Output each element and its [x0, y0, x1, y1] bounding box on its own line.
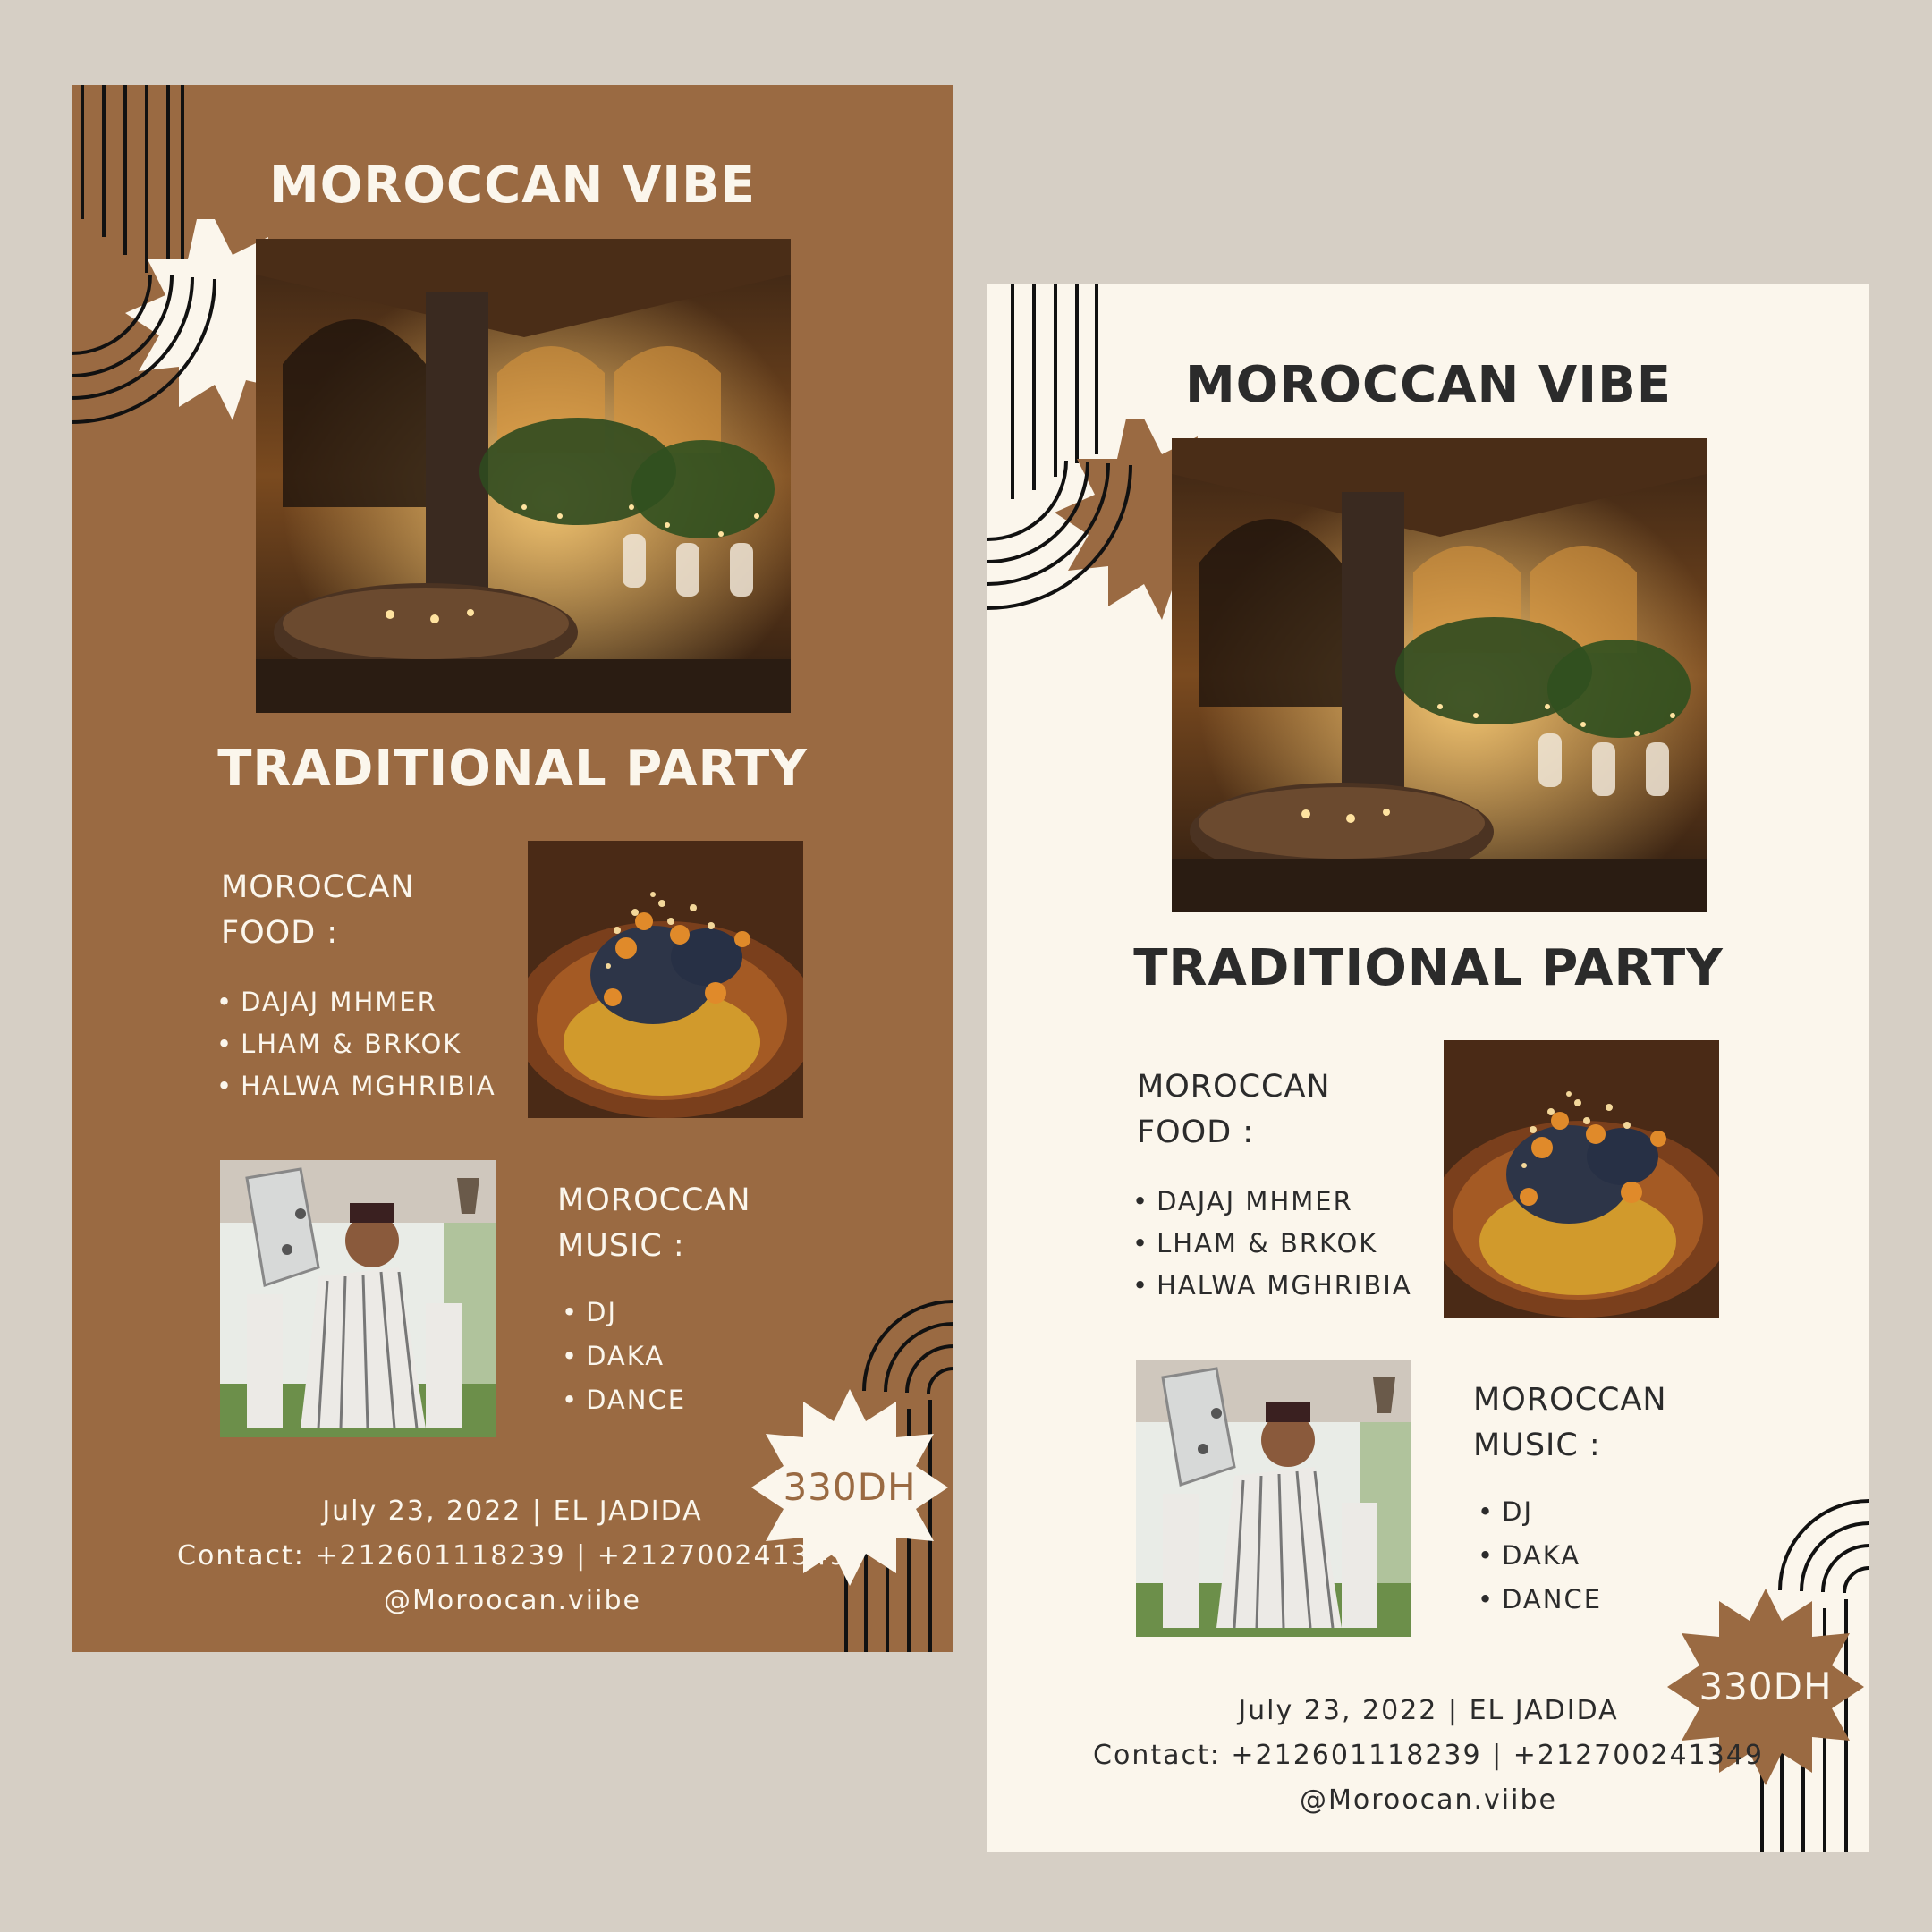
- bullet: •: [562, 1341, 580, 1371]
- poster-title: MOROCCAN VIBE: [268, 157, 757, 215]
- tagine-illustration: [528, 841, 803, 1118]
- bullet: •: [216, 1071, 234, 1101]
- contact-phones: Contact: +212601118239 | +212700241349: [177, 1540, 848, 1572]
- poster-brown: MOROCCAN VIBE TRADITIONAL PARTY MOROCCAN…: [72, 85, 953, 1652]
- event-footer: July 23, 2022 | EL JADIDA Contact: +2126…: [987, 1689, 1869, 1823]
- food-photo: [528, 841, 803, 1118]
- music-section-title: MOROCCAN MUSIC :: [1473, 1377, 1741, 1469]
- bullet: •: [1132, 1270, 1150, 1301]
- music-list: • DJ • DAKA • DANCE: [562, 1291, 686, 1422]
- poster-subtitle: TRADITIONAL PARTY: [217, 740, 808, 798]
- bullet: •: [1132, 1228, 1150, 1258]
- bullet: •: [562, 1385, 580, 1415]
- list-item: • HALWA MGHRIBIA: [216, 1065, 496, 1107]
- contact-phones: Contact: +212601118239 | +212700241349: [1093, 1740, 1764, 1771]
- bullet: •: [562, 1297, 580, 1327]
- music-photo: [1136, 1360, 1411, 1637]
- food-section-title: MOROCCAN FOOD :: [221, 865, 489, 956]
- music-item-label: DAKA: [1502, 1540, 1581, 1571]
- music-item-label: DANCE: [586, 1385, 687, 1415]
- music-item-label: DANCE: [1502, 1584, 1603, 1614]
- music-list: • DJ • DAKA • DANCE: [1478, 1490, 1602, 1622]
- music-item-label: DJ: [1502, 1496, 1533, 1527]
- arcs-top-left: [72, 274, 216, 424]
- tagine-illustration: [1444, 1040, 1719, 1318]
- social-handle: @Moroocan.viibe: [1300, 1784, 1557, 1816]
- list-item: • DJ: [1478, 1490, 1602, 1534]
- bullet: •: [1478, 1496, 1496, 1527]
- music-title-line2: MUSIC :: [557, 1228, 685, 1264]
- food-title-line1: MOROCCAN: [1137, 1069, 1331, 1105]
- food-list: • DAJAJ MHMER • LHAM & BRKOK • HALWA MGHRIB…: [1132, 1181, 1412, 1307]
- venue-photo: [256, 239, 791, 713]
- list-item: • DAJAJ MHMER: [1132, 1181, 1412, 1223]
- music-section-title: MOROCCAN MUSIC :: [557, 1178, 826, 1269]
- food-item-label: DAJAJ MHMER: [1157, 1186, 1353, 1216]
- music-item-label: DJ: [586, 1297, 617, 1327]
- musician-illustration: [1136, 1360, 1411, 1637]
- list-item: • HALWA MGHRIBIA: [1132, 1265, 1412, 1307]
- canvas: MOROCCAN VIBE TRADITIONAL PARTY MOROCCAN…: [0, 0, 1932, 1932]
- poster-subtitle: TRADITIONAL PARTY: [1133, 939, 1724, 997]
- list-item: • DAKA: [1478, 1534, 1602, 1578]
- food-item-label: LHAM & BRKOK: [241, 1029, 462, 1059]
- venue-illustration: [1172, 438, 1707, 912]
- food-title-line1: MOROCCAN: [221, 869, 415, 905]
- food-item-label: DAJAJ MHMER: [241, 987, 437, 1017]
- list-item: • DANCE: [562, 1378, 686, 1422]
- bullet: •: [1478, 1540, 1496, 1571]
- bullet: •: [216, 987, 234, 1017]
- music-item-label: DAKA: [586, 1341, 665, 1371]
- list-item: • DANCE: [1478, 1578, 1602, 1622]
- food-item-label: HALWA MGHRIBIA: [1157, 1270, 1412, 1301]
- music-title-line1: MOROCCAN: [1473, 1382, 1667, 1418]
- food-item-label: LHAM & BRKOK: [1157, 1228, 1378, 1258]
- list-item: • LHAM & BRKOK: [216, 1023, 496, 1065]
- food-item-label: HALWA MGHRIBIA: [241, 1071, 496, 1101]
- food-section-title: MOROCCAN FOOD :: [1137, 1064, 1405, 1156]
- date-location: July 23, 2022 | EL JADIDA: [1238, 1695, 1619, 1726]
- venue-illustration: [256, 239, 791, 713]
- arcs-top-left: [987, 460, 1132, 610]
- food-photo: [1444, 1040, 1719, 1318]
- food-list: • DAJAJ MHMER • LHAM & BRKOK • HALWA MGHRIB…: [216, 981, 496, 1107]
- list-item: • DJ: [562, 1291, 686, 1335]
- event-footer: July 23, 2022 | EL JADIDA Contact: +2126…: [72, 1489, 953, 1623]
- food-title-line2: FOOD :: [1137, 1114, 1255, 1150]
- music-title-line2: MUSIC :: [1473, 1428, 1601, 1463]
- venue-photo: [1172, 438, 1707, 912]
- poster-cream: MOROCCAN VIBE TRADITIONAL PARTY MOROCCAN…: [987, 284, 1869, 1852]
- social-handle: @Moroocan.viibe: [384, 1585, 641, 1616]
- music-title-line1: MOROCCAN: [557, 1182, 751, 1218]
- arcs-bottom-right: [1778, 1499, 1869, 1594]
- list-item: • DAKA: [562, 1335, 686, 1378]
- food-title-line2: FOOD :: [221, 915, 339, 951]
- bullet: •: [216, 1029, 234, 1059]
- arcs-bottom-right: [862, 1300, 953, 1394]
- musician-illustration: [220, 1160, 496, 1437]
- bullet: •: [1478, 1584, 1496, 1614]
- date-location: July 23, 2022 | EL JADIDA: [322, 1496, 703, 1527]
- bullet: •: [1132, 1186, 1150, 1216]
- list-item: • LHAM & BRKOK: [1132, 1223, 1412, 1265]
- poster-title: MOROCCAN VIBE: [1184, 356, 1673, 414]
- list-item: • DAJAJ MHMER: [216, 981, 496, 1023]
- music-photo: [220, 1160, 496, 1437]
